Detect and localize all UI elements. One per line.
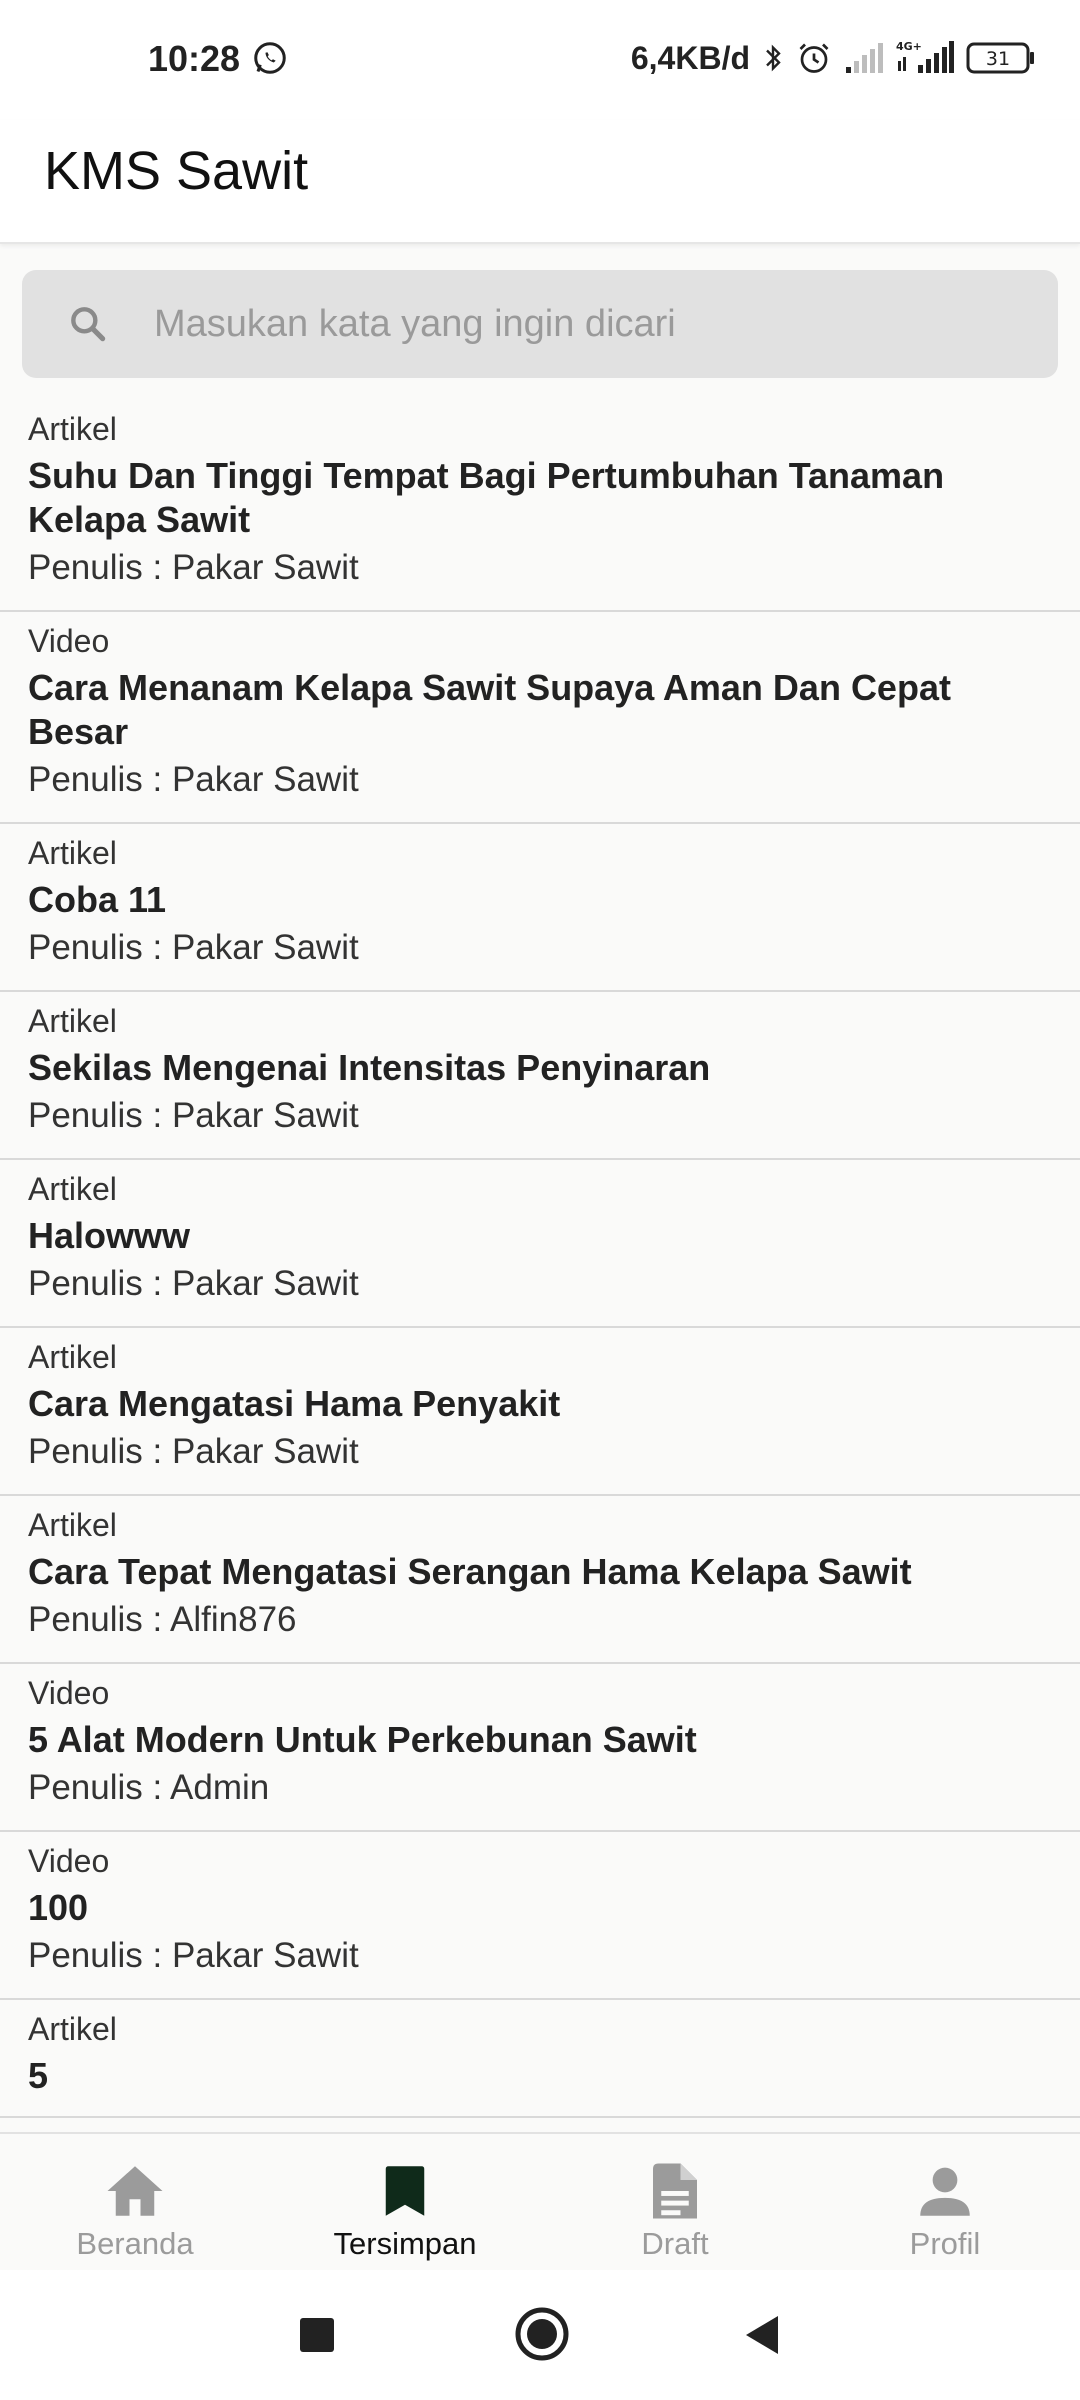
battery-level: 31 bbox=[986, 48, 1010, 70]
nav-label-draft: Draft bbox=[641, 2226, 709, 2261]
content-type-label: Video bbox=[28, 1675, 110, 1711]
bottom-navigation: Beranda Tersimpan Draft Profil bbox=[0, 2132, 1080, 2270]
content-author: Penulis : Pakar Sawit bbox=[28, 760, 359, 799]
content-title: Halowww bbox=[28, 1215, 191, 1256]
content-author: Penulis : Pakar Sawit bbox=[28, 928, 359, 967]
alarm-icon bbox=[796, 40, 832, 76]
status-indicators: 6,4KB/d 4G+ 31 bbox=[631, 36, 1036, 80]
nav-label-profil: Profil bbox=[909, 2226, 981, 2261]
content-type-label: Artikel bbox=[28, 835, 117, 871]
content-type-label: Video bbox=[28, 623, 110, 659]
bookmark-icon bbox=[385, 2166, 425, 2216]
content-title: Cara Menanam Kelapa Sawit Supaya Aman Da… bbox=[28, 667, 951, 752]
signal-4g-icon: 4G+ bbox=[896, 39, 954, 77]
home-button[interactable] bbox=[514, 2306, 570, 2362]
person-icon bbox=[920, 2167, 970, 2216]
search-icon bbox=[66, 302, 110, 346]
content-author: Penulis : Admin bbox=[28, 1768, 270, 1807]
content-author: Penulis : Pakar Sawit bbox=[28, 1936, 359, 1975]
content-type-label: Artikel bbox=[28, 1507, 117, 1543]
list-item[interactable]: Artikel Coba 11 Penulis : Pakar Sawit bbox=[0, 824, 1080, 992]
list-item[interactable]: Artikel Suhu Dan Tinggi Tempat Bagi Pertu… bbox=[0, 400, 1080, 612]
content-title: 5 bbox=[28, 2055, 49, 2096]
whatsapp-icon bbox=[252, 40, 288, 76]
signal-weak-icon bbox=[844, 41, 884, 75]
content-author: Penulis : Pakar Sawit bbox=[28, 1264, 359, 1303]
content-title: Suhu Dan Tinggi Tempat Bagi Pertumbuhan … bbox=[28, 455, 945, 540]
network-speed: 6,4KB/d bbox=[630, 39, 750, 76]
list-item[interactable]: Video 100 Penulis : Pakar Sawit bbox=[0, 1832, 1080, 2000]
document-icon bbox=[653, 2163, 697, 2219]
app-bar: KMS Sawit bbox=[0, 120, 1080, 244]
saved-content-list: Artikel Suhu Dan Tinggi Tempat Bagi Pertu… bbox=[0, 400, 1080, 2130]
nav-label-beranda: Beranda bbox=[76, 2226, 194, 2261]
content-author: Penulis : Pakar Sawit bbox=[28, 1432, 359, 1471]
status-time: 10:28 bbox=[148, 38, 241, 79]
nav-item-draft[interactable]: Draft bbox=[540, 2134, 810, 2270]
back-button[interactable] bbox=[738, 2310, 788, 2360]
content-type-label: Video bbox=[28, 1843, 110, 1879]
svg-text:4G+: 4G+ bbox=[896, 40, 922, 53]
content-title: Coba 11 bbox=[28, 879, 167, 920]
nav-item-profil[interactable]: Profil bbox=[810, 2134, 1080, 2270]
battery-icon: 31 bbox=[966, 41, 1036, 75]
list-item[interactable]: Video Cara Menanam Kelapa Sawit Supaya Am… bbox=[0, 612, 1080, 824]
list-item[interactable]: Artikel Sekilas Mengenai Intensitas Penyi… bbox=[0, 992, 1080, 1160]
content-title: Cara Tepat Mengatasi Serangan Hama Kelap… bbox=[28, 1551, 912, 1592]
list-item[interactable]: Artikel Cara Tepat Mengatasi Serangan Ham… bbox=[0, 1496, 1080, 1664]
home-icon bbox=[107, 2166, 163, 2216]
content-type-label: Artikel bbox=[28, 2011, 117, 2047]
content-title: 100 bbox=[28, 1887, 89, 1928]
content-author: Penulis : Pakar Sawit bbox=[28, 1096, 359, 1135]
list-item[interactable]: Artikel Cara Mengatasi Hama Penyakit Penul… bbox=[0, 1328, 1080, 1496]
content-author: Penulis : Alfin876 bbox=[28, 1600, 297, 1639]
content-title: Cara Mengatasi Hama Penyakit bbox=[28, 1383, 561, 1424]
nav-item-tersimpan[interactable]: Tersimpan bbox=[270, 2134, 540, 2270]
recent-apps-button[interactable] bbox=[292, 2310, 342, 2360]
status-bar: 10:28 6,4KB/d 4G+ 31 bbox=[0, 0, 1080, 120]
list-item[interactable]: Video 5 Alat Modern Untuk Perkebunan Sawi… bbox=[0, 1664, 1080, 1832]
content-type-label: Artikel bbox=[28, 1171, 117, 1207]
nav-item-beranda[interactable]: Beranda bbox=[0, 2134, 270, 2270]
content-type-label: Artikel bbox=[28, 1003, 117, 1039]
search-bar[interactable] bbox=[22, 270, 1058, 378]
content-type-label: Artikel bbox=[28, 1339, 117, 1375]
content-title: Sekilas Mengenai Intensitas Penyinaran bbox=[28, 1047, 711, 1088]
list-item[interactable]: Artikel Halowww Penulis : Pakar Sawit bbox=[0, 1160, 1080, 1328]
content-title: 5 Alat Modern Untuk Perkebunan Sawit bbox=[28, 1719, 697, 1760]
nav-label-tersimpan: Tersimpan bbox=[333, 2226, 477, 2261]
system-navigation-bar bbox=[0, 2270, 1080, 2400]
content-type-label: Artikel bbox=[28, 411, 117, 447]
search-input[interactable] bbox=[154, 270, 1034, 378]
page-title: KMS Sawit bbox=[44, 141, 309, 201]
list-item[interactable]: Artikel 5 bbox=[0, 2000, 1080, 2118]
content-author: Penulis : Pakar Sawit bbox=[28, 548, 359, 587]
bluetooth-icon bbox=[762, 40, 784, 76]
app-screen: 10:28 6,4KB/d 4G+ 31 KMS Sawit Masukan k… bbox=[0, 0, 1080, 2400]
